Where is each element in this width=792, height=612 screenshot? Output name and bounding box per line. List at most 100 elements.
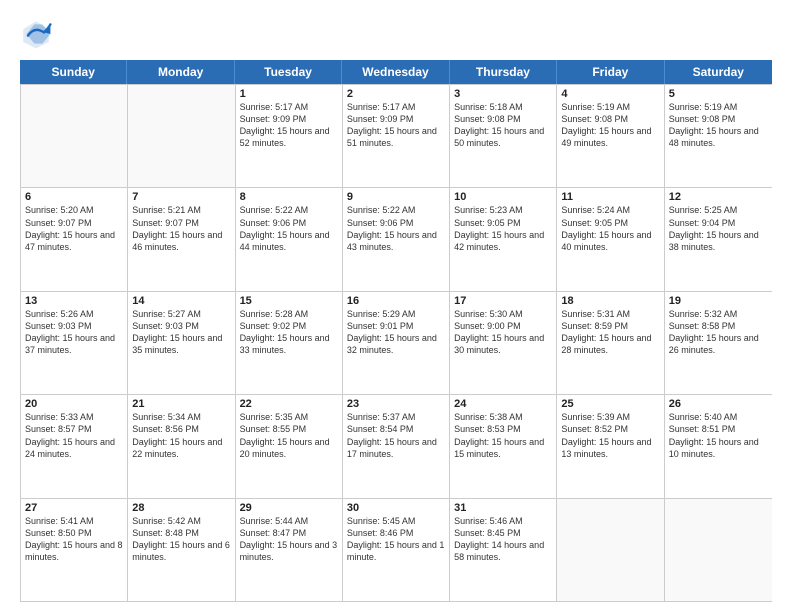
logo-icon [20,18,52,50]
calendar-cell: 4Sunrise: 5:19 AMSunset: 9:08 PMDaylight… [557,85,664,187]
calendar-cell: 13Sunrise: 5:26 AMSunset: 9:03 PMDayligh… [21,292,128,394]
cell-info: Sunrise: 5:19 AMSunset: 9:08 PMDaylight:… [669,101,768,150]
calendar-body: 1Sunrise: 5:17 AMSunset: 9:09 PMDaylight… [20,84,772,602]
calendar-cell: 7Sunrise: 5:21 AMSunset: 9:07 PMDaylight… [128,188,235,290]
day-number: 23 [347,398,445,410]
calendar-row-3: 13Sunrise: 5:26 AMSunset: 9:03 PMDayligh… [21,291,772,394]
calendar-cell: 5Sunrise: 5:19 AMSunset: 9:08 PMDaylight… [665,85,772,187]
calendar-cell: 21Sunrise: 5:34 AMSunset: 8:56 PMDayligh… [128,395,235,497]
calendar-row-5: 27Sunrise: 5:41 AMSunset: 8:50 PMDayligh… [21,498,772,601]
cell-info: Sunrise: 5:25 AMSunset: 9:04 PMDaylight:… [669,204,768,253]
cell-info: Sunrise: 5:44 AMSunset: 8:47 PMDaylight:… [240,515,338,564]
header-day-wednesday: Wednesday [342,60,449,84]
day-number: 10 [454,191,552,203]
day-number: 4 [561,88,659,100]
cell-info: Sunrise: 5:18 AMSunset: 9:08 PMDaylight:… [454,101,552,150]
day-number: 15 [240,295,338,307]
logo [20,18,56,50]
calendar-cell: 27Sunrise: 5:41 AMSunset: 8:50 PMDayligh… [21,499,128,601]
calendar-cell: 30Sunrise: 5:45 AMSunset: 8:46 PMDayligh… [343,499,450,601]
day-number: 2 [347,88,445,100]
cell-info: Sunrise: 5:39 AMSunset: 8:52 PMDaylight:… [561,411,659,460]
cell-info: Sunrise: 5:28 AMSunset: 9:02 PMDaylight:… [240,308,338,357]
cell-info: Sunrise: 5:31 AMSunset: 8:59 PMDaylight:… [561,308,659,357]
calendar-cell: 10Sunrise: 5:23 AMSunset: 9:05 PMDayligh… [450,188,557,290]
calendar-row-1: 1Sunrise: 5:17 AMSunset: 9:09 PMDaylight… [21,84,772,187]
cell-info: Sunrise: 5:22 AMSunset: 9:06 PMDaylight:… [240,204,338,253]
calendar-row-2: 6Sunrise: 5:20 AMSunset: 9:07 PMDaylight… [21,187,772,290]
calendar-cell: 14Sunrise: 5:27 AMSunset: 9:03 PMDayligh… [128,292,235,394]
calendar-cell: 23Sunrise: 5:37 AMSunset: 8:54 PMDayligh… [343,395,450,497]
calendar-cell: 9Sunrise: 5:22 AMSunset: 9:06 PMDaylight… [343,188,450,290]
calendar-cell: 2Sunrise: 5:17 AMSunset: 9:09 PMDaylight… [343,85,450,187]
header-day-sunday: Sunday [20,60,127,84]
cell-info: Sunrise: 5:23 AMSunset: 9:05 PMDaylight:… [454,204,552,253]
cell-info: Sunrise: 5:29 AMSunset: 9:01 PMDaylight:… [347,308,445,357]
header-day-tuesday: Tuesday [235,60,342,84]
day-number: 8 [240,191,338,203]
cell-info: Sunrise: 5:17 AMSunset: 9:09 PMDaylight:… [240,101,338,150]
calendar-header: SundayMondayTuesdayWednesdayThursdayFrid… [20,60,772,84]
cell-info: Sunrise: 5:19 AMSunset: 9:08 PMDaylight:… [561,101,659,150]
day-number: 7 [132,191,230,203]
calendar-cell: 11Sunrise: 5:24 AMSunset: 9:05 PMDayligh… [557,188,664,290]
cell-info: Sunrise: 5:24 AMSunset: 9:05 PMDaylight:… [561,204,659,253]
day-number: 22 [240,398,338,410]
day-number: 3 [454,88,552,100]
cell-info: Sunrise: 5:45 AMSunset: 8:46 PMDaylight:… [347,515,445,564]
cell-info: Sunrise: 5:20 AMSunset: 9:07 PMDaylight:… [25,204,123,253]
day-number: 24 [454,398,552,410]
day-number: 25 [561,398,659,410]
day-number: 13 [25,295,123,307]
cell-info: Sunrise: 5:35 AMSunset: 8:55 PMDaylight:… [240,411,338,460]
cell-info: Sunrise: 5:40 AMSunset: 8:51 PMDaylight:… [669,411,768,460]
calendar-cell: 15Sunrise: 5:28 AMSunset: 9:02 PMDayligh… [236,292,343,394]
calendar-row-4: 20Sunrise: 5:33 AMSunset: 8:57 PMDayligh… [21,394,772,497]
calendar-cell: 16Sunrise: 5:29 AMSunset: 9:01 PMDayligh… [343,292,450,394]
cell-info: Sunrise: 5:17 AMSunset: 9:09 PMDaylight:… [347,101,445,150]
day-number: 26 [669,398,768,410]
day-number: 1 [240,88,338,100]
calendar: SundayMondayTuesdayWednesdayThursdayFrid… [20,60,772,602]
calendar-cell [557,499,664,601]
calendar-cell: 31Sunrise: 5:46 AMSunset: 8:45 PMDayligh… [450,499,557,601]
calendar-cell: 28Sunrise: 5:42 AMSunset: 8:48 PMDayligh… [128,499,235,601]
day-number: 21 [132,398,230,410]
calendar-cell: 3Sunrise: 5:18 AMSunset: 9:08 PMDaylight… [450,85,557,187]
calendar-cell: 20Sunrise: 5:33 AMSunset: 8:57 PMDayligh… [21,395,128,497]
day-number: 5 [669,88,768,100]
header [20,18,772,50]
header-day-monday: Monday [127,60,234,84]
calendar-cell: 6Sunrise: 5:20 AMSunset: 9:07 PMDaylight… [21,188,128,290]
cell-info: Sunrise: 5:46 AMSunset: 8:45 PMDaylight:… [454,515,552,564]
cell-info: Sunrise: 5:38 AMSunset: 8:53 PMDaylight:… [454,411,552,460]
calendar-cell: 8Sunrise: 5:22 AMSunset: 9:06 PMDaylight… [236,188,343,290]
cell-info: Sunrise: 5:33 AMSunset: 8:57 PMDaylight:… [25,411,123,460]
calendar-cell: 22Sunrise: 5:35 AMSunset: 8:55 PMDayligh… [236,395,343,497]
cell-info: Sunrise: 5:32 AMSunset: 8:58 PMDaylight:… [669,308,768,357]
day-number: 12 [669,191,768,203]
calendar-cell [665,499,772,601]
calendar-cell: 25Sunrise: 5:39 AMSunset: 8:52 PMDayligh… [557,395,664,497]
calendar-cell: 19Sunrise: 5:32 AMSunset: 8:58 PMDayligh… [665,292,772,394]
day-number: 29 [240,502,338,514]
calendar-cell: 26Sunrise: 5:40 AMSunset: 8:51 PMDayligh… [665,395,772,497]
calendar-cell: 24Sunrise: 5:38 AMSunset: 8:53 PMDayligh… [450,395,557,497]
header-day-thursday: Thursday [450,60,557,84]
calendar-cell: 12Sunrise: 5:25 AMSunset: 9:04 PMDayligh… [665,188,772,290]
cell-info: Sunrise: 5:34 AMSunset: 8:56 PMDaylight:… [132,411,230,460]
calendar-cell [128,85,235,187]
cell-info: Sunrise: 5:37 AMSunset: 8:54 PMDaylight:… [347,411,445,460]
day-number: 18 [561,295,659,307]
day-number: 28 [132,502,230,514]
day-number: 31 [454,502,552,514]
calendar-cell [21,85,128,187]
cell-info: Sunrise: 5:26 AMSunset: 9:03 PMDaylight:… [25,308,123,357]
day-number: 19 [669,295,768,307]
cell-info: Sunrise: 5:30 AMSunset: 9:00 PMDaylight:… [454,308,552,357]
header-day-friday: Friday [557,60,664,84]
cell-info: Sunrise: 5:22 AMSunset: 9:06 PMDaylight:… [347,204,445,253]
cell-info: Sunrise: 5:42 AMSunset: 8:48 PMDaylight:… [132,515,230,564]
day-number: 6 [25,191,123,203]
calendar-cell: 1Sunrise: 5:17 AMSunset: 9:09 PMDaylight… [236,85,343,187]
